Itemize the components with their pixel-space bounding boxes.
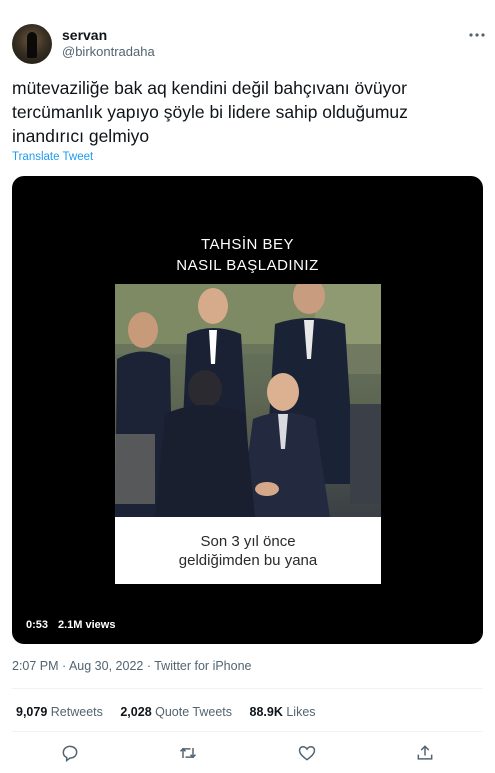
more-dots — [469, 33, 485, 37]
heart-icon[interactable] — [294, 740, 320, 766]
quotes-count: 2,028 — [120, 705, 152, 719]
quotes-label: Quote Tweets — [155, 705, 233, 719]
video-player[interactable]: TAHSİN BEY NASIL BAŞLADINIZ Son 3 yıl ön… — [12, 176, 483, 644]
display-name[interactable]: servan — [62, 27, 107, 43]
video-frame — [115, 284, 381, 517]
retweet-icon-glyph — [179, 747, 197, 759]
user-handle[interactable]: @birkontradaha — [62, 44, 155, 59]
reply-icon[interactable] — [57, 740, 83, 766]
likes-stat[interactable]: 88.9K Likes — [250, 705, 316, 719]
video-title-line2: NASIL BAŞLADINIZ — [176, 257, 319, 274]
avatar-figure — [27, 32, 37, 58]
divider — [12, 731, 483, 732]
video-caption: Son 3 yıl önce geldiğimden bu yana — [178, 533, 318, 569]
retweets-count: 9,079 — [16, 705, 48, 719]
video-title-line1: TAHSİN BEY — [200, 236, 295, 253]
retweet-icon[interactable] — [175, 740, 201, 766]
tweet-stats: 9,079 Retweets 2,028 Quote Tweets 88.9K … — [16, 705, 330, 719]
tweet-timestamp[interactable]: 2:07 PM · Aug 30, 2022 · Twitter for iPh… — [12, 659, 252, 673]
reply-icon-glyph — [62, 745, 78, 762]
video-time: 0:53 — [26, 619, 49, 631]
divider — [12, 688, 483, 689]
share-icon-glyph — [417, 745, 433, 760]
avatar[interactable] — [12, 24, 52, 64]
retweets-label: Retweets — [50, 705, 103, 719]
video-frame-scene — [115, 284, 381, 517]
quotes-stat[interactable]: 2,028 Quote Tweets — [120, 705, 232, 719]
more-icon[interactable] — [466, 26, 488, 44]
retweets-stat[interactable]: 9,079 Retweets — [16, 705, 103, 719]
likes-label: Likes — [286, 705, 316, 719]
heart-icon-glyph — [298, 745, 316, 761]
video-views: 2.1M views — [58, 619, 116, 631]
tweet-text: mütevaziliğe bak aq kendini değil bahçıv… — [12, 78, 408, 146]
translate-tweet-link[interactable]: Translate Tweet — [12, 151, 93, 163]
share-icon[interactable] — [412, 740, 438, 766]
likes-count: 88.9K — [249, 705, 283, 719]
